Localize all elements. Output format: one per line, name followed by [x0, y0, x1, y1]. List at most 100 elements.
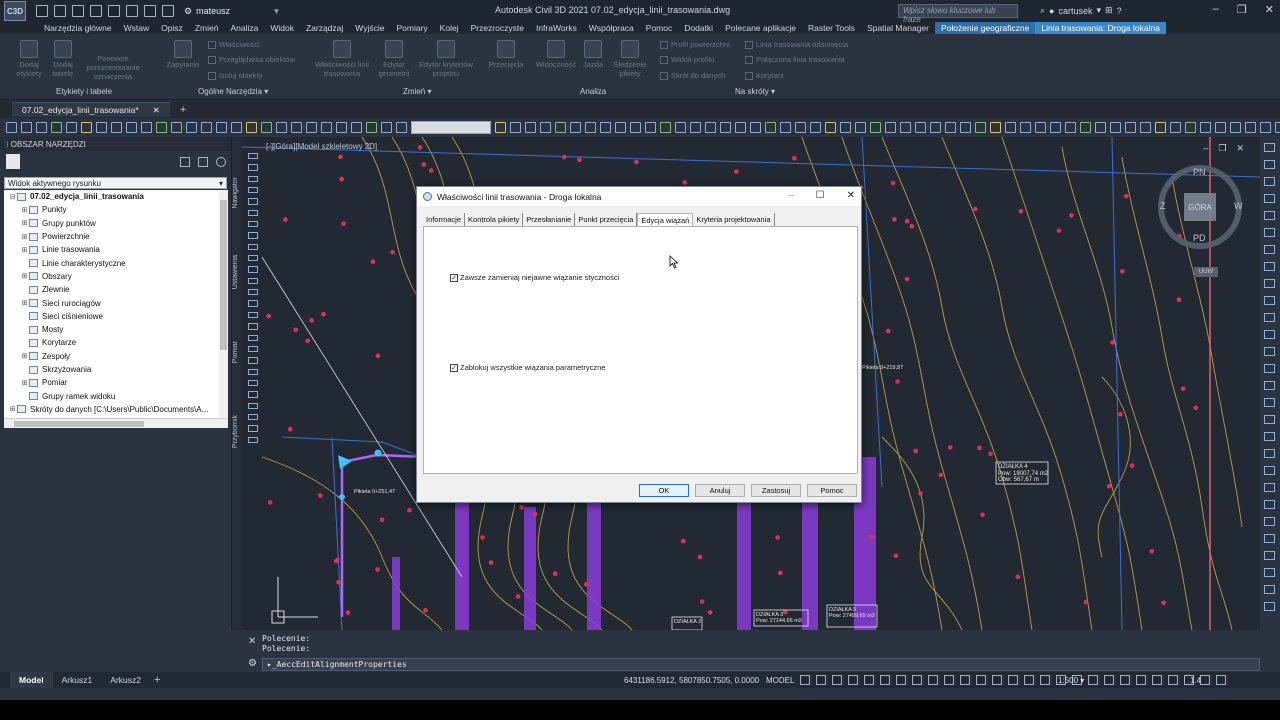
draw-tool-icon[interactable]	[248, 209, 258, 217]
draw-tool-icon[interactable]	[248, 164, 258, 171]
nav-tool-icon[interactable]	[1264, 568, 1275, 577]
toolbar-tool-icon[interactable]	[930, 121, 941, 133]
compass-east[interactable]: W	[1234, 201, 1243, 211]
tree-item[interactable]: Mosty	[4, 323, 228, 336]
toolbar-tool-icon[interactable]	[381, 121, 392, 133]
toolbar-tool-icon[interactable]	[750, 121, 761, 133]
help-icon[interactable]: ?	[1117, 6, 1122, 16]
toolbar-tool-icon[interactable]	[81, 121, 92, 133]
draw-tool-icon[interactable]	[248, 153, 258, 160]
compass-west[interactable]: Z	[1160, 201, 1166, 211]
toolbar-tool-icon[interactable]	[690, 121, 701, 133]
ribbon-tab[interactable]: Kolej	[434, 22, 465, 34]
tree-item[interactable]: ⊞ Sieci rurociągów	[4, 296, 228, 309]
checkbox-check-icon[interactable]: ✓	[450, 273, 458, 282]
intersections-button[interactable]: Przecięcia	[484, 40, 528, 69]
toolbar-tool-icon[interactable]	[126, 121, 137, 133]
ucs-menu[interactable]: UUW	[1194, 267, 1218, 277]
viewport-label[interactable]: [-][Góra][Model szkieletowy 2D]	[266, 142, 377, 151]
toolbar-tool-icon[interactable]	[1110, 121, 1121, 133]
toolbar-tool-icon[interactable]	[495, 121, 506, 133]
tree-vertical-scrollbar[interactable]	[219, 190, 228, 418]
viewcube[interactable]: GÓRA PN PD W Z	[1158, 165, 1243, 249]
add-table-button[interactable]: Dodaj tabelę	[48, 40, 78, 78]
nav-tool-icon[interactable]	[1264, 228, 1275, 237]
nav-tool-icon[interactable]	[1264, 466, 1275, 475]
tree-horizontal-scrollbar[interactable]	[4, 418, 228, 428]
toolbar-tool-icon[interactable]	[945, 121, 956, 133]
draw-tool-icon[interactable]	[248, 413, 258, 421]
ribbon-tab[interactable]: Raster Tools	[802, 22, 861, 34]
tree-item[interactable]: Korytarze	[4, 336, 228, 349]
toolbar-tool-icon[interactable]	[306, 121, 317, 133]
toolbar-tool-icon[interactable]	[21, 121, 32, 133]
tree-item[interactable]: ⊞ Linie trasowania	[4, 243, 228, 256]
nav-tool-icon[interactable]	[1264, 500, 1275, 509]
toolbar-tool-icon[interactable]	[1170, 121, 1181, 133]
compass-north[interactable]: PN	[1193, 167, 1206, 177]
apply-button[interactable]: Zastosuj	[751, 484, 801, 497]
toolbar-tool-icon[interactable]	[525, 121, 536, 133]
status-toggle-icon[interactable]	[1104, 675, 1114, 685]
dialog-tab[interactable]: Kontrola pikiety	[465, 213, 524, 226]
surface-profile-button[interactable]: Profil powierzchni	[660, 40, 730, 49]
ribbon-tab[interactable]: Analiza	[224, 22, 264, 34]
toolbar-tool-icon[interactable]	[840, 121, 851, 133]
toolbar-tool-icon[interactable]	[246, 121, 257, 133]
toolbar-tool-icon[interactable]	[795, 121, 806, 133]
close-button[interactable]: ✕	[1236, 143, 1244, 154]
viewcube-top[interactable]: GÓRA	[1184, 193, 1216, 221]
toolbar-tool-icon[interactable]	[615, 121, 626, 133]
toolbar-tool-icon[interactable]	[351, 121, 362, 133]
ribbon-tab[interactable]: Dodatki	[678, 22, 719, 34]
close-button[interactable]: ✕	[1265, 3, 1274, 16]
status-toggle-icon[interactable]	[1008, 675, 1018, 685]
status-toggle-icon[interactable]	[848, 675, 858, 685]
tree-item[interactable]: ⊞ Pomiar	[4, 376, 228, 389]
redo-icon[interactable]	[162, 5, 174, 17]
isolate-objects-button[interactable]: Izoluj obiekty	[208, 71, 262, 80]
status-toggle-icon[interactable]	[832, 675, 842, 685]
connected-alignment-button[interactable]: Połączona linia trasowania	[745, 55, 845, 64]
toolbar-tool-icon[interactable]	[720, 121, 731, 133]
toolbar-tool-icon[interactable]	[1035, 121, 1046, 133]
toolbar-tool-icon[interactable]	[96, 121, 107, 133]
panel-label-analyze[interactable]: Analiza	[580, 87, 606, 96]
add-labels-button[interactable]: Dodaj etykiety	[12, 40, 46, 78]
nav-tool-icon[interactable]	[1264, 517, 1275, 526]
nav-tool-icon[interactable]	[1264, 262, 1275, 271]
expand-toggle-icon[interactable]: ⊞	[20, 352, 29, 360]
toolbar-tool-icon[interactable]	[555, 121, 566, 133]
query-button[interactable]: Zapytanie	[164, 40, 202, 69]
tree-item[interactable]: ⊞ Skróty do danych [C:\Users\Public\Docum…	[4, 403, 228, 416]
toolbar-tool-icon[interactable]	[6, 121, 17, 133]
toolbar-tool-icon[interactable]	[765, 121, 776, 133]
toolspace-list-icon[interactable]	[198, 157, 208, 167]
toolbar-tool-icon[interactable]	[1230, 121, 1241, 133]
minimize-button[interactable]: –	[1213, 3, 1219, 16]
ribbon-tab[interactable]: Opisz	[155, 22, 189, 34]
draw-tool-icon[interactable]	[248, 232, 258, 239]
toolbar-tool-icon[interactable]	[1005, 121, 1016, 133]
coordinates-readout[interactable]: 6431186.5912, 5807850.7505, 0.0000	[624, 676, 759, 685]
dialog-tab[interactable]: Kryteria projektowania	[693, 213, 775, 226]
draw-tool-icon[interactable]	[248, 311, 258, 319]
annotation-scale[interactable]: 1:500 ▾	[1058, 676, 1084, 685]
ribbon-tab[interactable]: Wstaw	[118, 22, 156, 34]
tree-item[interactable]: Sieci ciśnieniowe	[4, 310, 228, 323]
toolbar-tool-icon[interactable]	[201, 121, 212, 133]
toolbar-tool-icon[interactable]	[321, 121, 332, 133]
tree-item[interactable]: Skrzyżowania	[4, 363, 228, 376]
toolbar-tool-icon[interactable]	[1065, 121, 1076, 133]
expand-toggle-icon[interactable]: ⊞	[20, 272, 29, 280]
nav-tool-icon[interactable]	[1264, 534, 1275, 543]
user-signin[interactable]: ⌕ ● cartusek ▾ ⊞ ?	[1040, 5, 1122, 16]
status-toggle-icon[interactable]	[816, 675, 826, 685]
compass-south[interactable]: PD	[1193, 233, 1206, 243]
new-page-icon[interactable]	[6, 154, 20, 169]
cancel-button[interactable]: Anuluj	[695, 484, 745, 497]
draw-tool-icon[interactable]	[248, 379, 258, 387]
expand-toggle-icon[interactable]: ⊞	[20, 219, 29, 227]
draw-tool-icon[interactable]	[248, 402, 258, 409]
panel-label-modify[interactable]: Zmień ▾	[403, 87, 431, 96]
